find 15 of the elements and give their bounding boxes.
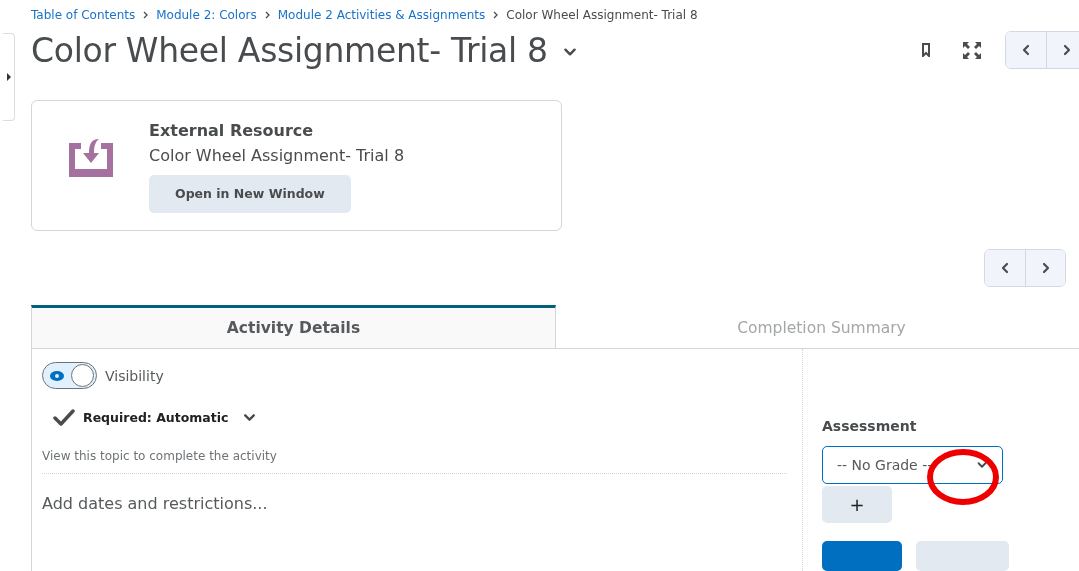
visibility-label: Visibility	[105, 367, 164, 384]
tab[interactable]: Activity Details	[31, 305, 556, 348]
breadcrumb-link[interactable]: Module 2 Activities & Assignments	[277, 7, 486, 22]
requirement-label: Required: Automatic	[83, 410, 229, 425]
add-dates-link[interactable]: Add dates and restrictions...	[42, 494, 268, 513]
breadcrumb-link[interactable]: Table of Contents	[31, 7, 136, 22]
breadcrumb-link[interactable]: Module 2: Colors	[156, 7, 257, 22]
add-button[interactable]: +	[822, 486, 892, 523]
requirement-description: View this topic to complete the activity	[42, 449, 278, 463]
page-title: Color Wheel Assignment- Trial 8	[31, 31, 548, 70]
breadcrumb-current: Color Wheel Assignment- Trial 8	[506, 7, 698, 22]
card-heading: External Resource	[149, 120, 314, 140]
open-new-window-button[interactable]: Open in New Window	[149, 174, 351, 213]
assessment-label: Assessment	[822, 418, 917, 434]
resource-name: Color Wheel Assignment- Trial 8	[149, 145, 405, 165]
